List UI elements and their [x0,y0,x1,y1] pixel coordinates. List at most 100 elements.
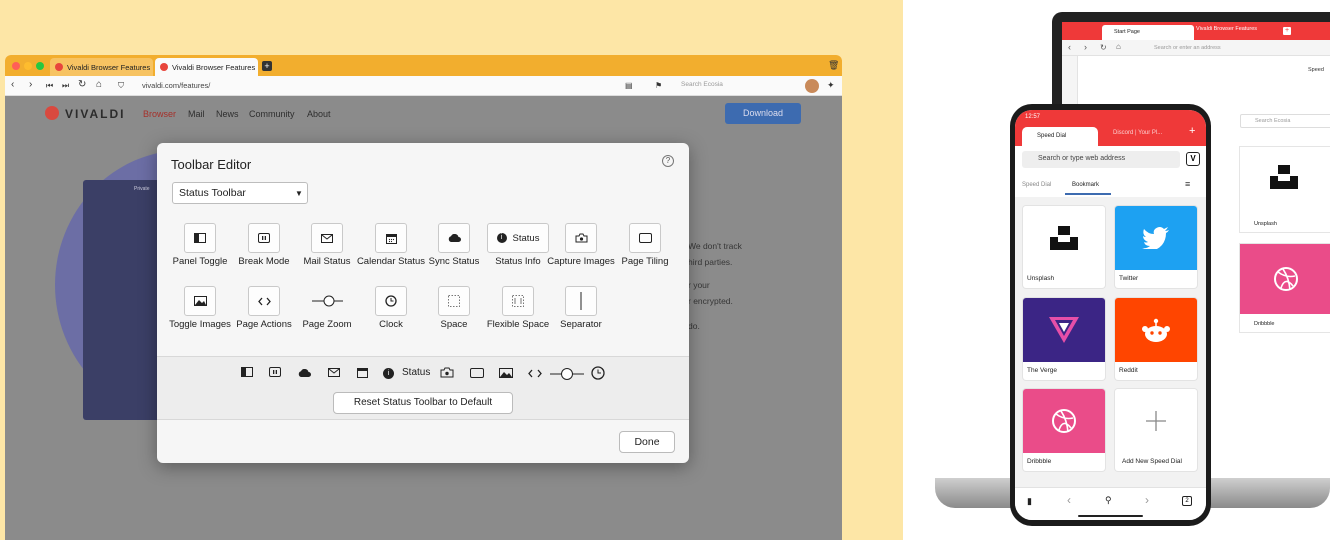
trash-icon[interactable]: 🗑 [828,60,839,71]
panel-toggle-icon[interactable] [241,367,253,377]
page-tiling-icon[interactable] [470,368,484,378]
fast-forward-icon[interactable]: ⏭ [62,81,69,91]
help-icon[interactable]: ? [662,155,674,167]
toolbar-select[interactable]: Status Toolbar ▼ [172,182,308,204]
forward-icon[interactable]: › [1145,493,1149,507]
search-field[interactable]: Search Ecosia [681,81,723,88]
unsplash-icon [1270,165,1298,189]
home-icon[interactable]: ⌂ [1116,42,1121,51]
item-label: Space [440,319,468,330]
laptop-tab-1[interactable]: Start Page [1102,25,1194,40]
image-icon[interactable] [499,368,513,378]
tile-the-verge[interactable]: The Verge [1023,298,1105,380]
tile-add-new[interactable]: Add New Speed Dial [1115,389,1197,471]
item-toggle-images[interactable]: Toggle Images [163,286,237,330]
item-sync-status[interactable]: Sync Status [417,223,491,267]
space-icon [438,286,470,316]
tile-unsplash[interactable]: Unsplash [1023,206,1105,288]
maximize-window-button[interactable] [36,62,44,70]
vivaldi-menu-icon[interactable]: V [1186,152,1200,166]
new-tab-button[interactable]: + [1189,125,1195,137]
panel-toggle-icon[interactable]: ▮ [1027,496,1032,507]
shield-icon[interactable]: ⛉ [118,81,124,91]
search-icon[interactable]: ⚲ [1105,495,1112,506]
item-mail-status[interactable]: Mail Status [290,223,364,267]
back-icon[interactable]: ‹ [1068,42,1071,52]
menu-browser[interactable]: Browser [143,109,176,119]
reload-icon[interactable]: ↻ [1100,43,1107,52]
item-page-tiling[interactable]: Page Tiling [608,223,682,267]
info-icon[interactable]: i [383,368,394,379]
tile-reddit[interactable]: Reddit [1115,298,1197,380]
forward-icon[interactable]: › [29,79,32,90]
close-window-button[interactable] [12,62,20,70]
phone-tab-speed-dial[interactable]: Speed Dial [1022,127,1098,146]
laptop-tile-dribbble[interactable]: Dribbble [1240,244,1330,332]
item-separator[interactable]: Separator [544,286,618,330]
vivaldi-icon [55,63,63,71]
home-icon[interactable]: ⌂ [96,79,102,90]
new-tab-button[interactable]: + [1283,27,1291,35]
back-icon[interactable]: ‹ [11,79,14,90]
zoom-slider-icon[interactable] [549,367,585,381]
laptop-tile-unsplash[interactable]: Unsplash [1240,147,1330,232]
bookmark-icon[interactable]: ⚑ [655,81,662,90]
filter-icon[interactable]: ≡ [1185,179,1190,189]
cloud-icon[interactable] [298,369,311,377]
item-page-zoom[interactable]: Page Zoom [290,286,364,330]
minimize-window-button[interactable] [24,62,32,70]
avatar[interactable] [805,79,819,93]
code-icon[interactable] [528,369,542,378]
twitter-icon [1115,206,1197,270]
forward-icon[interactable]: › [1084,42,1087,52]
tabs-icon[interactable]: 2 [1182,496,1192,506]
reader-icon[interactable]: ▤ [625,81,633,90]
unsplash-icon [1023,206,1105,270]
phone-bottom-bar: ▮ ‹ ⚲ › 2 [1015,487,1206,520]
url-field[interactable]: vivaldi.com/features/ [142,81,210,90]
menu-community[interactable]: Community [249,109,295,119]
verge-icon [1023,298,1105,362]
camera-icon[interactable] [440,367,454,378]
phone-subtab-bookmark[interactable]: Bookmark [1072,182,1099,188]
download-button[interactable]: Download [725,103,801,124]
reload-icon[interactable]: ↻ [78,79,86,90]
tab-1[interactable]: Vivaldi Browser Features | [50,58,153,76]
clock-icon[interactable] [591,366,605,380]
panel-toggle-icon [184,223,216,253]
site-logo: VIVALDI [65,107,126,121]
menu-mail[interactable]: Mail [188,109,205,119]
reset-toolbar-button[interactable]: Reset Status Toolbar to Default [333,392,513,414]
new-tab-button[interactable]: + [262,61,272,71]
item-capture-images[interactable]: Capture Images [544,223,618,267]
tab-2[interactable]: Vivaldi Browser Features | [155,58,258,76]
tile-dribbble[interactable]: Dribbble [1023,389,1105,471]
status-text[interactable]: Status [402,367,430,378]
extensions-icon[interactable]: ✦ [827,80,835,91]
break-mode-icon[interactable] [269,367,281,377]
vivaldi-icon [160,63,168,71]
laptop-tile-label: Dribbble [1254,321,1275,327]
tile-twitter[interactable]: Twitter [1115,206,1197,288]
item-panel-toggle[interactable]: Panel Toggle [163,223,237,267]
back-icon[interactable]: ‹ [1067,493,1071,507]
laptop-tab-2[interactable]: Vivaldi Browser Features [1196,26,1257,32]
laptop-search-field[interactable]: Search Ecosia [1240,114,1330,128]
phone-subtab-speed-dial[interactable]: Speed Dial [1022,182,1051,188]
rewind-icon[interactable]: ⏮ [46,81,53,91]
page-tiling-icon [629,223,661,253]
phone-tab-discord[interactable]: Discord | Your Pl... [1101,130,1162,136]
menu-news[interactable]: News [216,109,239,119]
phone-address-field[interactable]: Search or type web address [1022,151,1180,168]
calendar-icon[interactable] [357,367,368,378]
phone-time: 12:57 [1025,114,1041,120]
toolbar-preview: i Status Reset Status Toolbar to Default [157,356,689,420]
item-space[interactable]: Space [417,286,491,330]
laptop-speed-label: Speed [1308,67,1324,73]
item-label: Mail Status [303,256,351,267]
laptop-address-field[interactable]: Search or enter an address [1154,45,1221,51]
mail-icon[interactable] [328,368,340,377]
menu-about[interactable]: About [307,109,331,119]
status-text: Status [512,232,540,244]
done-button[interactable]: Done [619,431,675,453]
